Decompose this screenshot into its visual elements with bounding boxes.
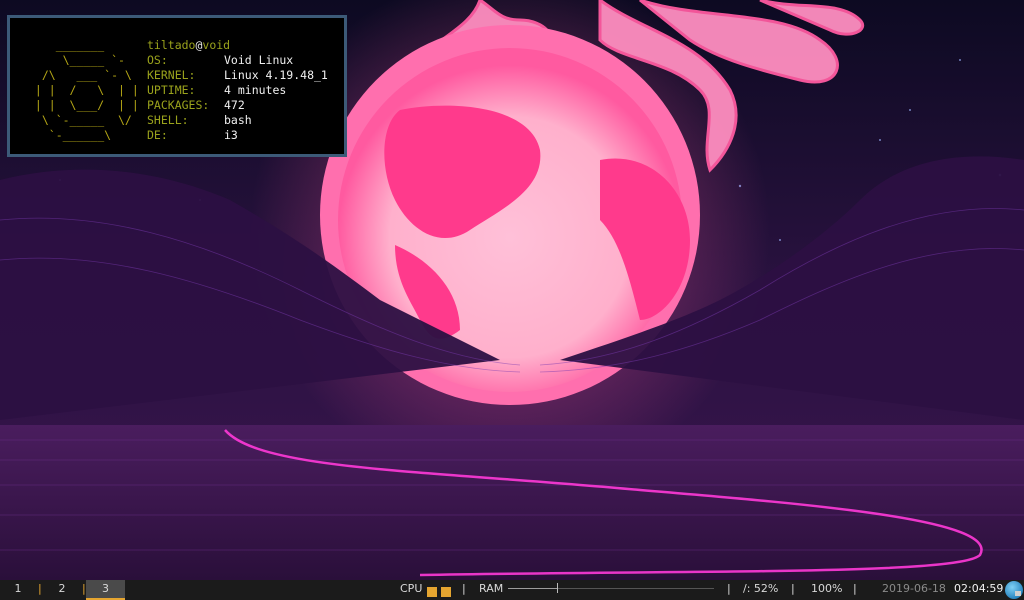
username: tiltado	[147, 38, 196, 52]
date-display: 2019-06-18	[882, 582, 946, 595]
status-bar: 1 | 2 | 3 CPU | RAM | /: 52% | 100% | 20…	[0, 580, 1024, 600]
cpu-label: CPU	[400, 582, 423, 595]
cpu-core-indicator	[441, 587, 451, 597]
status-separator: |	[791, 582, 795, 595]
info-os: OS: Void Linux	[147, 53, 294, 67]
info-kernel: KERNEL: Linux 4.19.48_1	[147, 68, 328, 82]
info-packages: PACKAGES: 472	[147, 98, 245, 112]
status-separator: |	[727, 582, 731, 595]
workspace-3-button[interactable]: 3	[86, 580, 125, 600]
ram-usage-fill	[508, 588, 558, 589]
workspace-1-button[interactable]: 1	[6, 580, 30, 600]
ram-usage-marker	[557, 583, 559, 593]
info-shell: SHELL: bash	[147, 113, 252, 127]
status-separator: |	[853, 582, 857, 595]
battery-level: 100%	[811, 582, 843, 595]
void-linux-logo: _______ \_____ `- /\ ___ `- \ | | / \ | …	[28, 38, 139, 142]
workspace-2-button[interactable]: 2	[50, 580, 74, 600]
network-tray-icon[interactable]	[1005, 581, 1023, 599]
user-host: tiltado@void	[147, 38, 328, 53]
clock: 02:04:59	[954, 582, 1004, 595]
ram-label: RAM	[479, 582, 504, 595]
disk-usage: /: 52%	[743, 582, 779, 595]
info-uptime: UPTIME: 4 minutes	[147, 83, 287, 97]
tray-icon-badge	[1015, 591, 1021, 596]
system-info: tiltado@void OS: Void Linux KERNEL: Linux …	[147, 38, 328, 143]
workspace-separator: |	[38, 582, 42, 595]
info-de: DE: i3	[147, 128, 238, 142]
hostname: void	[202, 38, 231, 52]
terminal-window[interactable]: _______ \_____ `- /\ ___ `- \ | | / \ | …	[7, 15, 347, 157]
status-separator: |	[462, 582, 466, 595]
cpu-core-indicator	[427, 587, 437, 597]
